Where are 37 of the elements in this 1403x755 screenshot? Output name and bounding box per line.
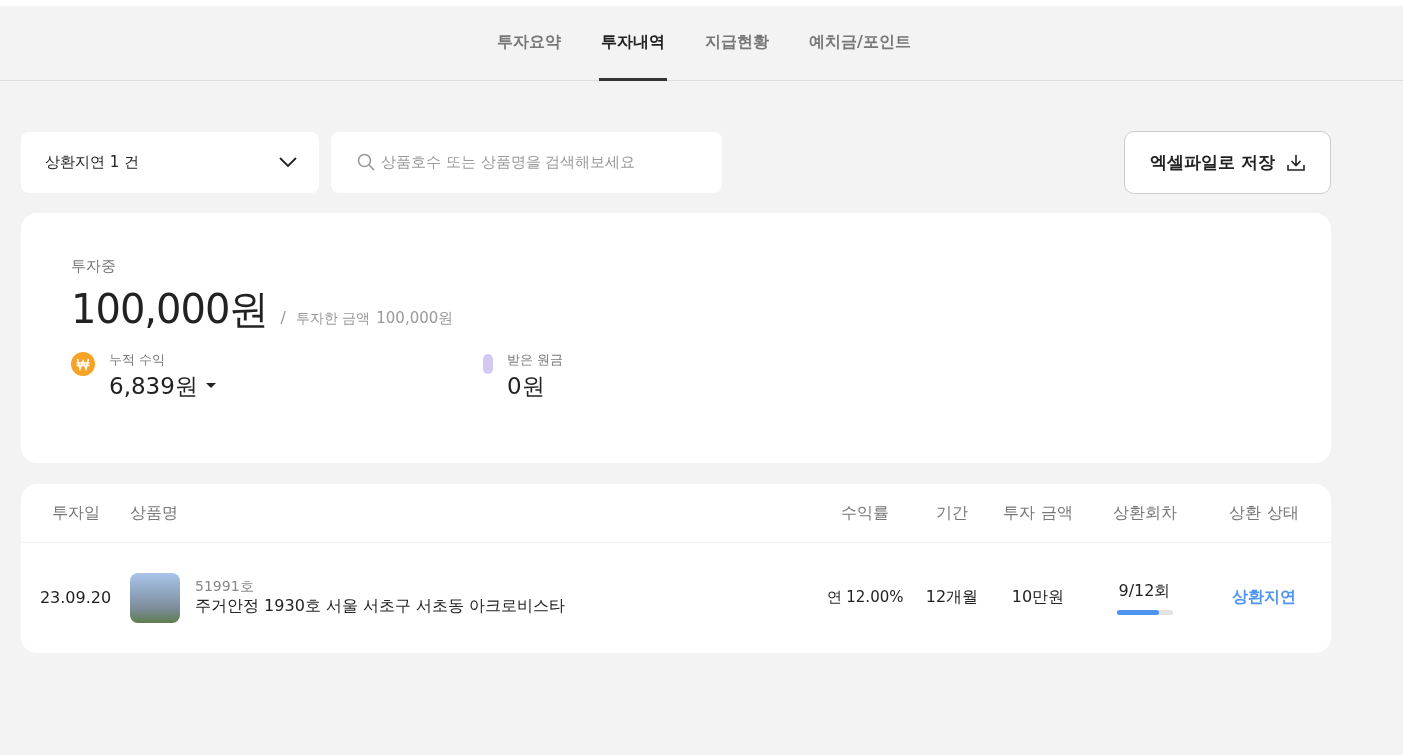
column-header: 상환회차 [1111,502,1178,524]
invested-label: 투자한 금액 [295,310,371,328]
stat-label: 누적 수익 [109,351,167,369]
photo-placeholder [130,572,180,623]
caret-icon[interactable] [205,383,216,388]
table-cell-text: 10만원 [1010,587,1066,608]
download-icon [1286,153,1305,171]
column-header: 투자 금액 [1002,502,1074,524]
status-text: 상환지연 [1231,587,1297,608]
stat-label: 받은 원금 [507,351,564,369]
chevron-down-icon [279,157,297,167]
table-cell: 9/12회 [1118,580,1171,602]
tab[interactable]: 예치금/포인트 [807,6,913,81]
status-label: 투자중 [71,257,117,276]
stat-value: 6,839원 [109,372,198,401]
table-cell-text: 23.09.20 [38,588,113,607]
column-header: 상품명 [130,502,179,524]
search-field[interactable]: 상품호수 또는 상품명을 검색해보세요 [331,131,722,193]
table-cell-text: 12개월 [924,587,980,608]
invested-total: 100,000원 [376,309,454,328]
won-coin-icon [71,352,95,376]
separator: / [280,308,286,327]
invested-amount: 100,000원 [71,285,269,334]
column-header: 상환 상태 [1228,502,1300,524]
column-header: 기간 [935,502,969,524]
column-header: 수익률 [840,502,890,524]
tab[interactable]: 투자내역 [599,6,668,81]
table-cell-text: 연 12.00% [825,588,905,607]
export-excel-button[interactable]: 엑셀파일로 저장 [1124,130,1331,194]
search-icon [357,152,375,171]
tab[interactable]: 투자요약 [495,6,564,81]
tab[interactable]: 지급현황 [703,6,772,81]
product-name[interactable]: 주거안정 1930호 서울 서초구 서초동 아크로비스타 [195,596,566,617]
column-header: 투자일 [50,502,101,524]
product-number: 51991호 [195,578,255,596]
stat-value: 0원 [507,372,545,401]
filter-dropdown[interactable]: 상환지연 1 건 [21,131,319,193]
